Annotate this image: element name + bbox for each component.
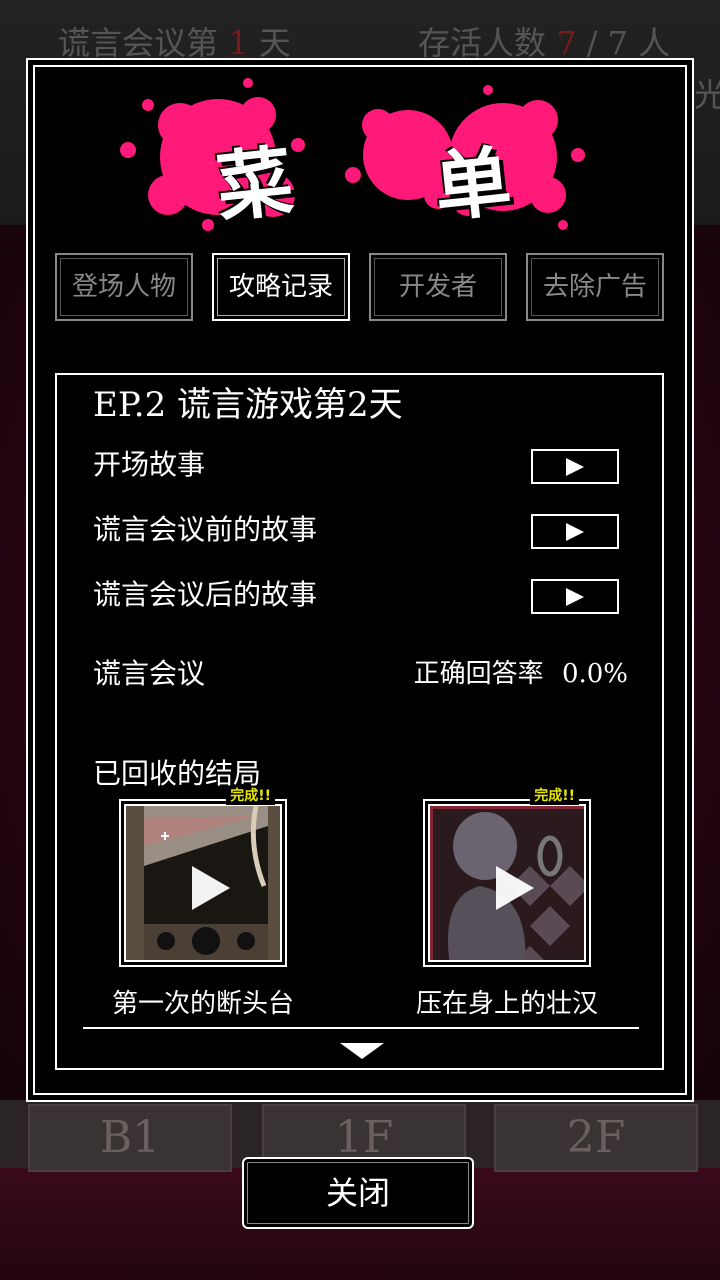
accuracy-value: 0.0% [561,659,628,689]
ending-caption-heavy-man: 压在身上的壮汉 [415,989,598,1019]
guillotine-image [126,806,280,960]
episode-title: EP.2 谎言游戏第2天 [93,385,403,425]
tab-remove-ads[interactable]: 去除广告 [526,253,664,321]
ending-thumbnail [428,804,586,962]
ending-card-heavy-man[interactable]: 完成!! [423,787,591,967]
heavy-man-image [430,806,584,960]
story-label-opening: 开场故事 [93,448,206,481]
close-button[interactable]: 关闭 [242,1157,474,1229]
meeting-label: 谎言会议 [93,657,206,690]
story-label-after-meeting: 谎言会议后的故事 [93,578,318,611]
scroll-down-arrow-icon[interactable] [340,1043,384,1059]
completed-badge: 完成!! [226,787,275,805]
play-after-meeting-button[interactable] [531,579,619,614]
menu-title-char-1: 菜 [212,136,298,233]
accuracy-label: 正确回答率 [413,659,544,689]
divider [83,1027,639,1029]
floor-button-2f: 2F [494,1104,698,1172]
endings-label: 已回收的结局 [93,757,262,790]
ending-thumbnail [124,804,282,962]
completed-badge: 完成!! [530,787,579,805]
paint-splash-icon [120,78,585,231]
play-icon [566,458,584,476]
menu-panel: 菜 单 登场人物 攻略记录 开发者 去除广告 EP.2 谎言游戏第2天 开场故事… [26,58,694,1102]
ending-card-guillotine[interactable]: 完成!! [119,787,287,967]
ending-caption-guillotine: 第一次的断头台 [111,989,294,1019]
tab-developer[interactable]: 开发者 [369,253,507,321]
play-before-meeting-button[interactable] [531,514,619,549]
side-text: 光 [694,76,720,114]
tab-walkthrough-record[interactable]: 攻略记录 [212,253,350,321]
tab-characters[interactable]: 登场人物 [55,253,193,321]
record-content[interactable]: EP.2 谎言游戏第2天 开场故事 谎言会议前的故事 谎言会议后的故事 谎言会议… [55,373,664,1070]
play-opening-button[interactable] [531,449,619,484]
menu-title: 菜 单 [108,75,588,235]
accuracy-rate: 正确回答率 0.0% [414,653,628,690]
play-icon [566,588,584,606]
floor-button-b1: B1 [28,1104,232,1172]
play-icon [566,523,584,541]
menu-title-char-2: 单 [430,136,516,233]
story-label-before-meeting: 谎言会议前的故事 [93,513,318,546]
